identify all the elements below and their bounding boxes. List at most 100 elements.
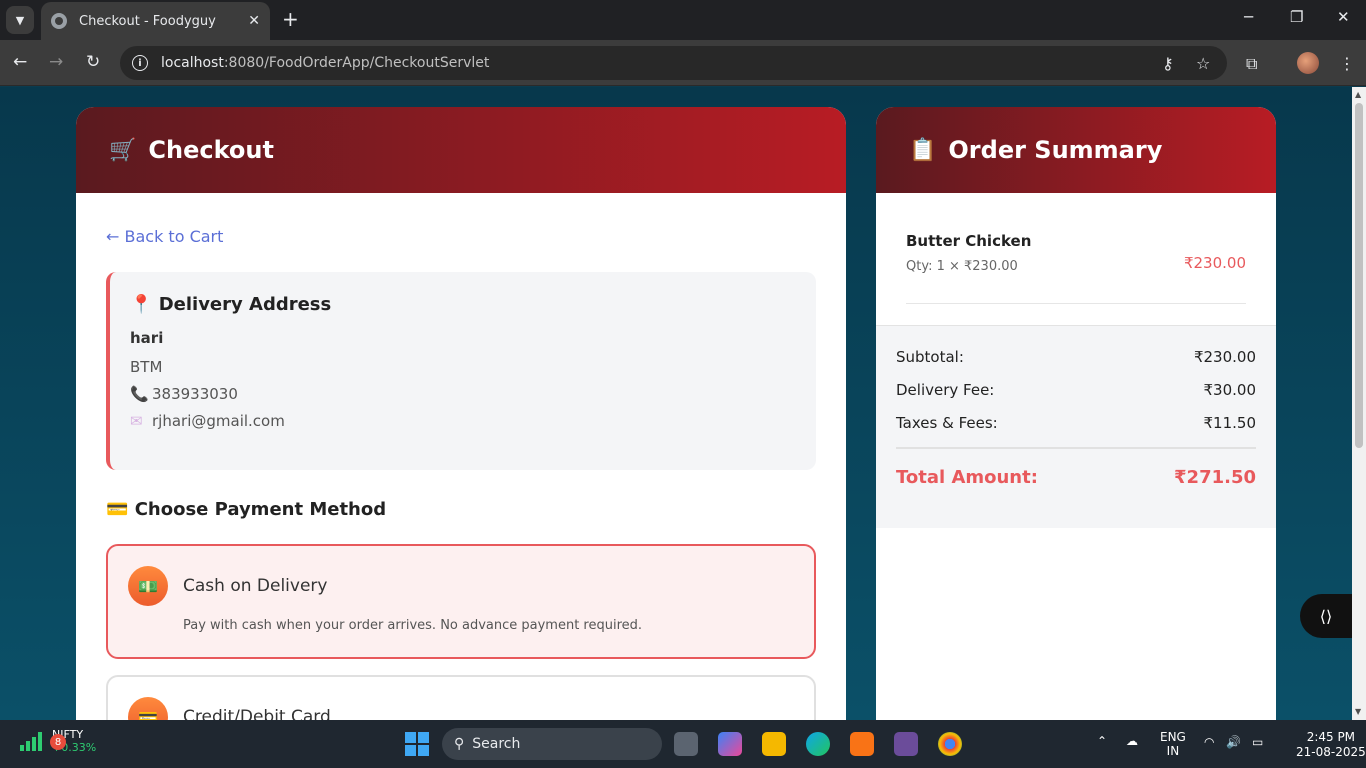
extensions-icon[interactable]: ⧉ — [1246, 54, 1257, 74]
copilot-icon[interactable] — [718, 732, 742, 756]
code-inspect-floating-button[interactable]: ⟨⟩ — [1300, 594, 1352, 638]
globe-icon — [51, 13, 67, 29]
delivery-fee-value: ₹30.00 — [1203, 381, 1257, 399]
order-item: Butter Chicken Qty: 1 × ₹230.00 ₹230.00 — [906, 232, 1246, 304]
scroll-down-icon[interactable]: ▼ — [1355, 707, 1361, 716]
new-tab-button[interactable]: + — [282, 8, 299, 30]
tab-title: Checkout - Foodyguy — [79, 13, 216, 29]
total-amount-row: Total Amount: ₹271.50 — [896, 467, 1256, 488]
page-scrollbar[interactable]: ▲ ▼ — [1352, 87, 1366, 720]
onedrive-cloud-icon[interactable]: ☁ — [1126, 734, 1138, 748]
taxes-value: ₹11.50 — [1203, 414, 1257, 432]
ide-app-icon[interactable] — [894, 732, 918, 756]
total-amount-label: Total Amount: — [896, 467, 1038, 488]
stock-chart-icon — [20, 731, 42, 751]
customer-area: BTM — [130, 358, 163, 376]
payment-option-label: Credit/Debit Card — [183, 707, 331, 720]
close-tab-icon[interactable]: ✕ — [248, 13, 260, 29]
code-search-icon: ⟨⟩ — [1319, 606, 1333, 626]
credit-card-icon: 💳 — [106, 499, 129, 520]
address-bar[interactable]: i localhost:8080/FoodOrderApp/CheckoutSe… — [120, 46, 1227, 80]
task-view-icon[interactable] — [674, 732, 698, 756]
shopping-cart-icon: 🛒 — [109, 137, 137, 163]
menu-kebab-icon[interactable]: ⋮ — [1339, 54, 1355, 73]
totals-box: Subtotal: ₹230.00 Delivery Fee: ₹30.00 T… — [876, 325, 1276, 528]
chrome-icon[interactable] — [938, 732, 962, 756]
profile-avatar[interactable] — [1297, 52, 1319, 74]
minimize-icon[interactable]: ─ — [1244, 8, 1253, 26]
battery-icon[interactable]: ▭ — [1252, 735, 1263, 749]
password-key-icon[interactable]: ⚷ — [1162, 54, 1174, 73]
checkout-header: 🛒 Checkout — [76, 107, 846, 193]
language-bottom: IN — [1166, 744, 1180, 758]
payment-option-cod[interactable]: 💵 Cash on Delivery Pay with cash when yo… — [106, 544, 816, 659]
browser-toolbar: ← → ↻ i localhost:8080/FoodOrderApp/Chec… — [0, 40, 1366, 86]
restore-icon[interactable]: ❐ — [1290, 8, 1303, 26]
back-to-cart-link[interactable]: ← Back to Cart — [106, 227, 223, 246]
search-label: Search — [472, 736, 521, 752]
file-explorer-icon[interactable] — [762, 732, 786, 756]
tray-chevron-up-icon[interactable]: ⌃ — [1097, 734, 1107, 748]
search-icon: ⚲ — [454, 736, 465, 752]
envelope-icon: ✉ — [130, 412, 143, 430]
forward-arrow-icon[interactable]: → — [49, 52, 63, 72]
total-amount-value: ₹271.50 — [1174, 467, 1256, 488]
delivery-address-heading: 📍 Delivery Address — [130, 294, 796, 315]
subtotal-row: Subtotal: ₹230.00 — [896, 348, 1256, 366]
language-top: ENG — [1160, 730, 1186, 744]
language-indicator[interactable]: ENG IN — [1160, 730, 1186, 758]
checkout-title: Checkout — [148, 136, 274, 164]
url-path: :8080/FoodOrderApp/CheckoutServlet — [223, 55, 490, 71]
customer-email: rjhari@gmail.com — [152, 412, 285, 430]
close-window-icon[interactable]: ✕ — [1337, 8, 1350, 26]
location-pin-icon: 📍 — [130, 294, 153, 315]
item-name: Butter Chicken — [906, 232, 1032, 250]
back-arrow-icon[interactable]: ← — [13, 52, 27, 72]
windows-taskbar: 8 NIFTY +0.33% ⚲ Search ⌃ ☁ ENG IN ◠ 🔊 ▭… — [0, 720, 1366, 768]
notification-badge: 8 — [50, 734, 66, 750]
nifty-widget[interactable]: 8 NIFTY +0.33% — [20, 728, 96, 754]
tab-search-chevron-icon[interactable]: ▼ — [6, 6, 34, 34]
clock-time: 2:45 PM — [1306, 730, 1356, 744]
scroll-up-icon[interactable]: ▲ — [1355, 90, 1361, 99]
brave-icon[interactable] — [850, 732, 874, 756]
phone-icon: 📞 — [130, 385, 149, 403]
site-info-icon[interactable]: i — [132, 55, 148, 71]
subtotal-value: ₹230.00 — [1193, 348, 1256, 366]
customer-phone: 383933030 — [152, 385, 238, 403]
subtotal-label: Subtotal: — [896, 348, 964, 366]
delivery-address-heading-text: Delivery Address — [158, 294, 332, 315]
item-price: ₹230.00 — [1183, 254, 1246, 272]
checkout-card: 🛒 Checkout ← Back to Cart 📍 Delivery Add… — [76, 107, 846, 720]
url-host: localhost — [161, 55, 224, 71]
payment-option-description: Pay with cash when your order arrives. N… — [183, 618, 643, 633]
totals-divider — [896, 447, 1256, 449]
taskbar-clock[interactable]: 2:45 PM 21-08-2025 — [1296, 730, 1366, 760]
payment-method-heading: 💳 Choose Payment Method — [106, 499, 386, 520]
order-summary-header: 📋 Order Summary — [876, 107, 1276, 193]
edge-icon[interactable] — [806, 732, 830, 756]
payment-option-card[interactable]: 💳 Credit/Debit Card — [106, 675, 816, 720]
payment-method-heading-text: Choose Payment Method — [134, 499, 387, 520]
customer-name: hari — [130, 329, 164, 347]
email-row: ✉ rjhari@gmail.com — [130, 412, 796, 430]
taxes-label: Taxes & Fees: — [896, 414, 998, 432]
scrollbar-thumb[interactable] — [1355, 103, 1363, 448]
bookmark-star-icon[interactable]: ☆ — [1196, 54, 1210, 73]
taskbar-search[interactable]: ⚲ Search — [442, 728, 662, 760]
browser-tabbar: ▼ Checkout - Foodyguy ✕ + ─ ❐ ✕ — [0, 0, 1366, 40]
browser-tab-active[interactable]: Checkout - Foodyguy ✕ — [41, 2, 270, 40]
volume-icon[interactable]: 🔊 — [1226, 735, 1241, 749]
phone-row: 📞 383933030 — [130, 385, 796, 403]
clipboard-icon: 📋 — [909, 137, 937, 163]
cash-icon: 💵 — [128, 566, 168, 606]
reload-icon[interactable]: ↻ — [86, 52, 100, 72]
windows-start-icon[interactable] — [405, 732, 429, 756]
payment-option-label: Cash on Delivery — [183, 576, 328, 596]
card-icon: 💳 — [128, 697, 168, 720]
delivery-fee-label: Delivery Fee: — [896, 381, 995, 399]
delivery-address-box: 📍 Delivery Address hari BTM 📞 383933030 ✉… — [106, 272, 816, 470]
page-background: 🛒 Checkout ← Back to Cart 📍 Delivery Add… — [0, 87, 1352, 720]
clock-date: 21-08-2025 — [1296, 745, 1366, 759]
wifi-icon[interactable]: ◠ — [1204, 735, 1214, 749]
